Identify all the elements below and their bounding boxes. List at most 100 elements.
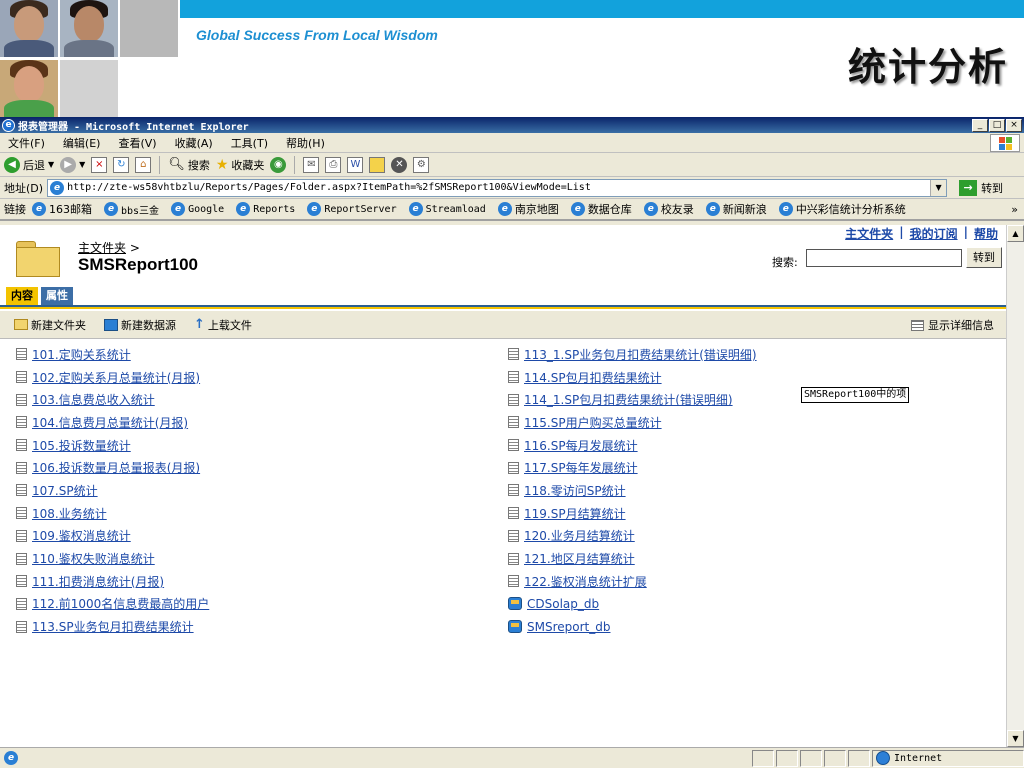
status-panel xyxy=(848,749,870,767)
tab-properties[interactable]: 属性 xyxy=(41,287,73,305)
list-item: 110.鉴权失败消息统计 xyxy=(16,547,209,570)
report-link[interactable]: 119.SP月结算统计 xyxy=(524,505,626,522)
report-link[interactable]: 115.SP用户购买总量统计 xyxy=(524,414,662,431)
links-overflow-button[interactable]: » xyxy=(1011,203,1018,216)
link-alumni[interactable]: e 校友录 xyxy=(643,201,694,217)
link-label: bbs三金 xyxy=(121,205,160,217)
datasource-link[interactable]: CDSolap_db xyxy=(527,597,599,611)
go-button[interactable]: → 转到 xyxy=(959,179,1003,196)
report-link[interactable]: 118.零访问SP统计 xyxy=(524,482,626,499)
windows-logo-icon xyxy=(990,134,1020,152)
report-link[interactable]: 106.投诉数量月总量报表(月报) xyxy=(32,459,200,476)
forward-button[interactable]: ▶ ▼ xyxy=(60,156,85,173)
report-link[interactable]: 108.业务统计 xyxy=(32,505,107,522)
refresh-icon[interactable]: ↻ xyxy=(113,156,130,173)
menu-favorites[interactable]: 收藏(A) xyxy=(175,135,213,151)
search-input[interactable] xyxy=(806,249,962,267)
menu-view[interactable]: 查看(V) xyxy=(118,135,156,151)
report-link[interactable]: 114.SP包月扣费结果统计 xyxy=(524,369,662,386)
link-streamload[interactable]: e Streamload xyxy=(408,202,486,216)
media-icon[interactable]: ◉ xyxy=(270,156,287,173)
help-link[interactable]: 帮助 xyxy=(974,225,998,242)
tab-contents[interactable]: 内容 xyxy=(6,287,38,305)
report-link[interactable]: 107.SP统计 xyxy=(32,482,98,499)
maximize-button[interactable]: □ xyxy=(989,118,1005,132)
stop-icon[interactable]: × xyxy=(91,156,108,173)
address-dropdown-icon[interactable]: ▼ xyxy=(930,179,947,196)
report-link[interactable]: 111.扣费消息统计(月报) xyxy=(32,573,164,590)
link-reportserver[interactable]: e ReportServer xyxy=(307,202,397,216)
back-dropdown-icon[interactable]: ▼ xyxy=(48,160,54,169)
address-input[interactable]: e http://zte-ws58vhtbzlu/Reports/Pages/F… xyxy=(47,178,948,197)
new-datasource-button[interactable]: 新建数据源 xyxy=(104,317,176,333)
report-icon xyxy=(508,348,519,361)
link-bbs[interactable]: e bbs三金 xyxy=(104,202,159,217)
scroll-up-icon[interactable]: ▲ xyxy=(1007,225,1024,242)
report-link[interactable]: 117.SP每年发展统计 xyxy=(524,459,638,476)
ie-page-icon: e xyxy=(408,202,423,216)
menu-help[interactable]: 帮助(H) xyxy=(286,135,325,151)
report-icon xyxy=(508,416,519,429)
report-link[interactable]: 116.SP每月发展统计 xyxy=(524,437,638,454)
scroll-down-icon[interactable]: ▼ xyxy=(1007,730,1024,747)
report-link[interactable]: 105.投诉数量统计 xyxy=(32,437,131,454)
window-title: 报表管理器 - Microsoft Internet Explorer xyxy=(18,121,249,133)
print-icon[interactable]: ⎙ xyxy=(325,156,342,173)
report-link[interactable]: 120.业务月结算统计 xyxy=(524,527,635,544)
menu-tools[interactable]: 工具(T) xyxy=(231,135,268,151)
status-panel xyxy=(752,749,774,767)
close-button[interactable]: × xyxy=(1006,118,1022,132)
home-icon[interactable]: ⌂ xyxy=(135,156,152,173)
address-bar: 地址(D) e http://zte-ws58vhtbzlu/Reports/P… xyxy=(0,177,1024,199)
report-icon xyxy=(16,393,27,406)
show-details-button[interactable]: 显示详细信息 xyxy=(911,317,994,333)
report-link[interactable]: 110.鉴权失败消息统计 xyxy=(32,550,155,567)
upload-file-button[interactable]: ↑ 上载文件 xyxy=(194,317,252,333)
report-link[interactable]: 113.SP业务包月扣费结果统计 xyxy=(32,618,194,635)
search-label: 搜索 xyxy=(187,158,210,172)
new-folder-icon xyxy=(14,319,28,330)
link-reports[interactable]: e Reports xyxy=(236,202,295,216)
search-go-button[interactable]: 转到 xyxy=(966,247,1002,268)
report-link[interactable]: 101.定购关系统计 xyxy=(32,346,131,363)
search-button[interactable]: 🔍︎ 搜索 xyxy=(168,157,210,173)
forward-dropdown-icon[interactable]: ▼ xyxy=(79,160,85,169)
person-photo-3 xyxy=(0,60,58,117)
link-data-warehouse[interactable]: e 数据仓库 xyxy=(570,201,632,217)
report-link[interactable]: 102.定购关系月总量统计(月报) xyxy=(32,369,200,386)
slide-title: 统计分析 xyxy=(847,45,1008,89)
messenger-icon[interactable]: ✕ xyxy=(391,156,408,173)
links-label: 链接 xyxy=(4,203,26,216)
report-list-right: 113_1.SP业务包月扣费结果统计(错误明细) 114.SP包月扣费结果统计 … xyxy=(508,343,757,638)
vertical-scrollbar[interactable]: ▲ ▼ xyxy=(1006,225,1024,747)
report-link[interactable]: 103.信息费总收入统计 xyxy=(32,391,155,408)
link-zte-mms[interactable]: e 中兴彩信统计分析系统 xyxy=(778,201,906,217)
report-link[interactable]: 113_1.SP业务包月扣费结果统计(错误明细) xyxy=(524,346,757,363)
report-link[interactable]: 114_1.SP包月扣费结果统计(错误明细) xyxy=(524,391,733,408)
new-folder-button[interactable]: 新建文件夹 xyxy=(14,317,86,333)
link-sina-news[interactable]: e 新闻新浪 xyxy=(705,201,767,217)
edit-word-icon[interactable]: W xyxy=(347,156,364,173)
breadcrumb-home[interactable]: 主文件夹 xyxy=(78,241,126,255)
ie-page-icon: e xyxy=(705,202,720,216)
link-nanjing-map[interactable]: e 南京地图 xyxy=(497,201,559,217)
my-subscriptions-link[interactable]: 我的订阅 xyxy=(910,225,958,242)
datasource-link[interactable]: SMSreport_db xyxy=(527,620,610,634)
link-163mail[interactable]: e 163邮箱 xyxy=(32,201,92,217)
report-link[interactable]: 104.信息费月总量统计(月报) xyxy=(32,414,188,431)
report-link[interactable]: 112.前1000名信息费最高的用户 xyxy=(32,595,209,612)
home-folder-link[interactable]: 主文件夹 xyxy=(845,225,893,242)
report-link[interactable]: 109.鉴权消息统计 xyxy=(32,527,131,544)
menu-file[interactable]: 文件(F) xyxy=(8,135,45,151)
discuss-icon[interactable] xyxy=(369,156,386,173)
menu-edit[interactable]: 编辑(E) xyxy=(63,135,101,151)
report-icon xyxy=(16,597,27,610)
report-link[interactable]: 121.地区月结算统计 xyxy=(524,550,635,567)
mail-icon[interactable]: ✉ xyxy=(303,156,320,173)
minimize-button[interactable]: _ xyxy=(972,118,988,132)
link-google[interactable]: e Google xyxy=(171,202,224,216)
report-link[interactable]: 122.鉴权消息统计扩展 xyxy=(524,573,647,590)
favorites-button[interactable]: ★ 收藏夹 xyxy=(216,157,265,173)
research-icon[interactable]: ⚙ xyxy=(413,156,430,173)
back-button[interactable]: ◀ 后退 ▼ xyxy=(4,156,54,173)
